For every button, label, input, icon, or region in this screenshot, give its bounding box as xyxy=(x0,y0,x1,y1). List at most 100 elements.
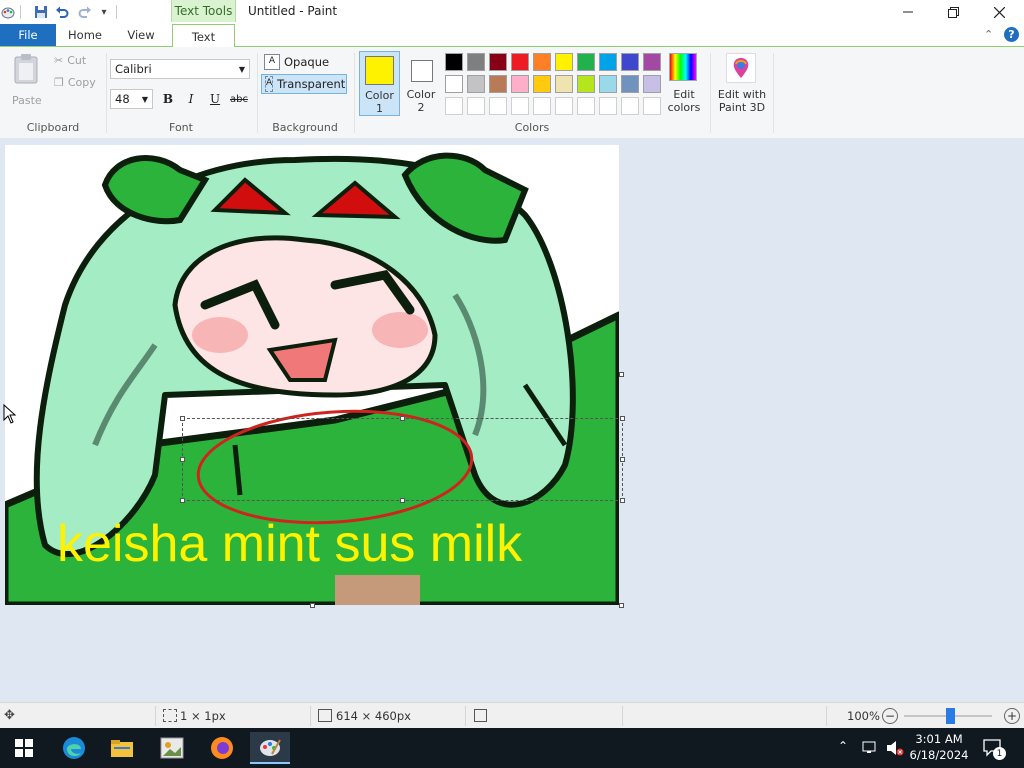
palette-custom-slot[interactable] xyxy=(467,97,485,115)
close-button[interactable] xyxy=(976,0,1022,24)
edge-browser-icon[interactable] xyxy=(54,732,94,764)
font-size-dropdown[interactable]: 48 ▼ xyxy=(110,89,153,109)
canvas-resize-handle[interactable] xyxy=(310,603,315,608)
palette-color-swatch[interactable] xyxy=(533,53,551,71)
bold-button[interactable]: B xyxy=(159,90,177,108)
underline-button[interactable]: U xyxy=(206,90,224,108)
cut-button[interactable]: ✂ Cut xyxy=(54,54,86,67)
title-bar: ▾ Text Tools Untitled - Paint xyxy=(0,0,1024,24)
transparent-option[interactable]: A Transparent xyxy=(261,74,347,94)
zoom-slider-thumb[interactable] xyxy=(946,708,955,724)
palette-custom-slot[interactable] xyxy=(643,97,661,115)
collapse-ribbon-icon[interactable]: ⌃ xyxy=(984,28,993,41)
palette-color-swatch[interactable] xyxy=(599,75,617,93)
photos-app-icon[interactable] xyxy=(152,732,192,764)
selection-handle[interactable] xyxy=(620,416,625,421)
volume-muted-icon[interactable] xyxy=(886,740,904,759)
undo-icon[interactable] xyxy=(54,4,70,20)
group-divider xyxy=(710,53,711,133)
palette-color-swatch[interactable] xyxy=(643,53,661,71)
paste-button[interactable]: Paste xyxy=(8,53,46,109)
palette-custom-slot[interactable] xyxy=(533,97,551,115)
chevron-up-icon[interactable]: ⌃ xyxy=(838,739,848,753)
palette-color-swatch[interactable] xyxy=(621,75,639,93)
ribbon: Paste ✂ Cut ❐ Copy Clipboard Calibri ▼ 4… xyxy=(0,47,1024,139)
save-icon[interactable] xyxy=(33,4,49,20)
selection-handle[interactable] xyxy=(180,457,185,462)
palette-color-swatch[interactable] xyxy=(577,53,595,71)
palette-color-swatch[interactable] xyxy=(577,75,595,93)
canvas-overlay-text[interactable]: keisha mint sus milk xyxy=(57,515,523,573)
palette-color-swatch[interactable] xyxy=(511,75,529,93)
file-size-icon xyxy=(474,709,487,722)
copy-button[interactable]: ❐ Copy xyxy=(54,76,96,89)
copy-icon: ❐ xyxy=(54,76,64,89)
selection-handle[interactable] xyxy=(620,457,625,462)
palette-color-swatch[interactable] xyxy=(467,53,485,71)
paint-taskbar-icon[interactable] xyxy=(250,732,290,764)
selection-handle[interactable] xyxy=(620,498,625,503)
canvas-resize-handle[interactable] xyxy=(619,372,624,377)
minimize-button[interactable] xyxy=(885,0,931,24)
selection-handle[interactable] xyxy=(180,498,185,503)
palette-color-swatch[interactable] xyxy=(445,53,463,71)
color2-button[interactable]: Color 2 xyxy=(403,51,439,116)
drawing-canvas[interactable]: keisha mint sus milk xyxy=(5,145,619,605)
firefox-icon[interactable] xyxy=(202,732,242,764)
file-explorer-icon[interactable] xyxy=(102,732,142,764)
palette-color-swatch[interactable] xyxy=(599,53,617,71)
palette-custom-slot[interactable] xyxy=(621,97,639,115)
selection-rectangle[interactable] xyxy=(182,418,623,501)
paste-label: Paste xyxy=(12,94,42,107)
zoom-out-button[interactable]: − xyxy=(882,708,898,724)
palette-color-swatch[interactable] xyxy=(467,75,485,93)
palette-color-swatch[interactable] xyxy=(533,75,551,93)
palette-custom-slot[interactable] xyxy=(511,97,529,115)
selection-handle[interactable] xyxy=(400,498,405,503)
color1-swatch xyxy=(365,56,394,85)
palette-custom-slot[interactable] xyxy=(577,97,595,115)
palette-custom-slot[interactable] xyxy=(599,97,617,115)
palette-color-swatch[interactable] xyxy=(511,53,529,71)
palette-color-swatch[interactable] xyxy=(555,53,573,71)
palette-color-swatch[interactable] xyxy=(445,75,463,93)
windows-start-icon[interactable] xyxy=(4,732,44,764)
help-icon[interactable]: ? xyxy=(1004,27,1019,42)
canvas-size-icon xyxy=(318,709,332,722)
canvas-resize-handle[interactable] xyxy=(619,603,624,608)
selection-handle[interactable] xyxy=(400,416,405,421)
palette-custom-slot[interactable] xyxy=(445,97,463,115)
action-center-icon[interactable]: 1 xyxy=(983,738,1006,761)
edit-with-paint3d-button[interactable]: Edit with Paint 3D xyxy=(714,51,770,117)
zoom-in-button[interactable]: + xyxy=(1004,708,1020,724)
tab-text[interactable]: Text xyxy=(172,24,235,48)
palette-color-swatch[interactable] xyxy=(555,75,573,93)
mouse-cursor-icon xyxy=(3,404,17,424)
redo-icon[interactable] xyxy=(77,4,93,20)
palette-color-swatch[interactable] xyxy=(489,75,507,93)
system-clock[interactable]: 3:01 AM 6/18/2024 xyxy=(908,731,970,763)
italic-button[interactable]: I xyxy=(182,90,200,108)
palette-color-swatch[interactable] xyxy=(621,53,639,71)
tab-home[interactable]: Home xyxy=(58,24,112,46)
paint-app-icon[interactable] xyxy=(0,4,16,20)
edit-colors-button[interactable]: Edit colors xyxy=(666,51,702,117)
cut-label: Cut xyxy=(67,54,87,67)
palette-color-swatch[interactable] xyxy=(643,75,661,93)
font-family-dropdown[interactable]: Calibri ▼ xyxy=(110,59,250,79)
strikethrough-button[interactable]: abc xyxy=(229,90,249,108)
opaque-option[interactable]: A Opaque xyxy=(261,52,332,72)
tab-view[interactable]: View xyxy=(114,24,168,46)
restore-button[interactable] xyxy=(930,0,976,24)
network-icon[interactable] xyxy=(862,740,878,757)
selection-handle[interactable] xyxy=(180,416,185,421)
palette-color-swatch[interactable] xyxy=(489,53,507,71)
customize-qat-icon[interactable]: ▾ xyxy=(96,4,112,20)
palette-custom-slot[interactable] xyxy=(489,97,507,115)
palette-custom-slot[interactable] xyxy=(555,97,573,115)
transparent-label: Transparent xyxy=(277,77,346,91)
selection-size-icon xyxy=(163,709,177,722)
tab-file[interactable]: File xyxy=(0,24,56,46)
color1-button[interactable]: Color 1 xyxy=(359,51,400,116)
zoom-level: 100% xyxy=(847,709,880,723)
